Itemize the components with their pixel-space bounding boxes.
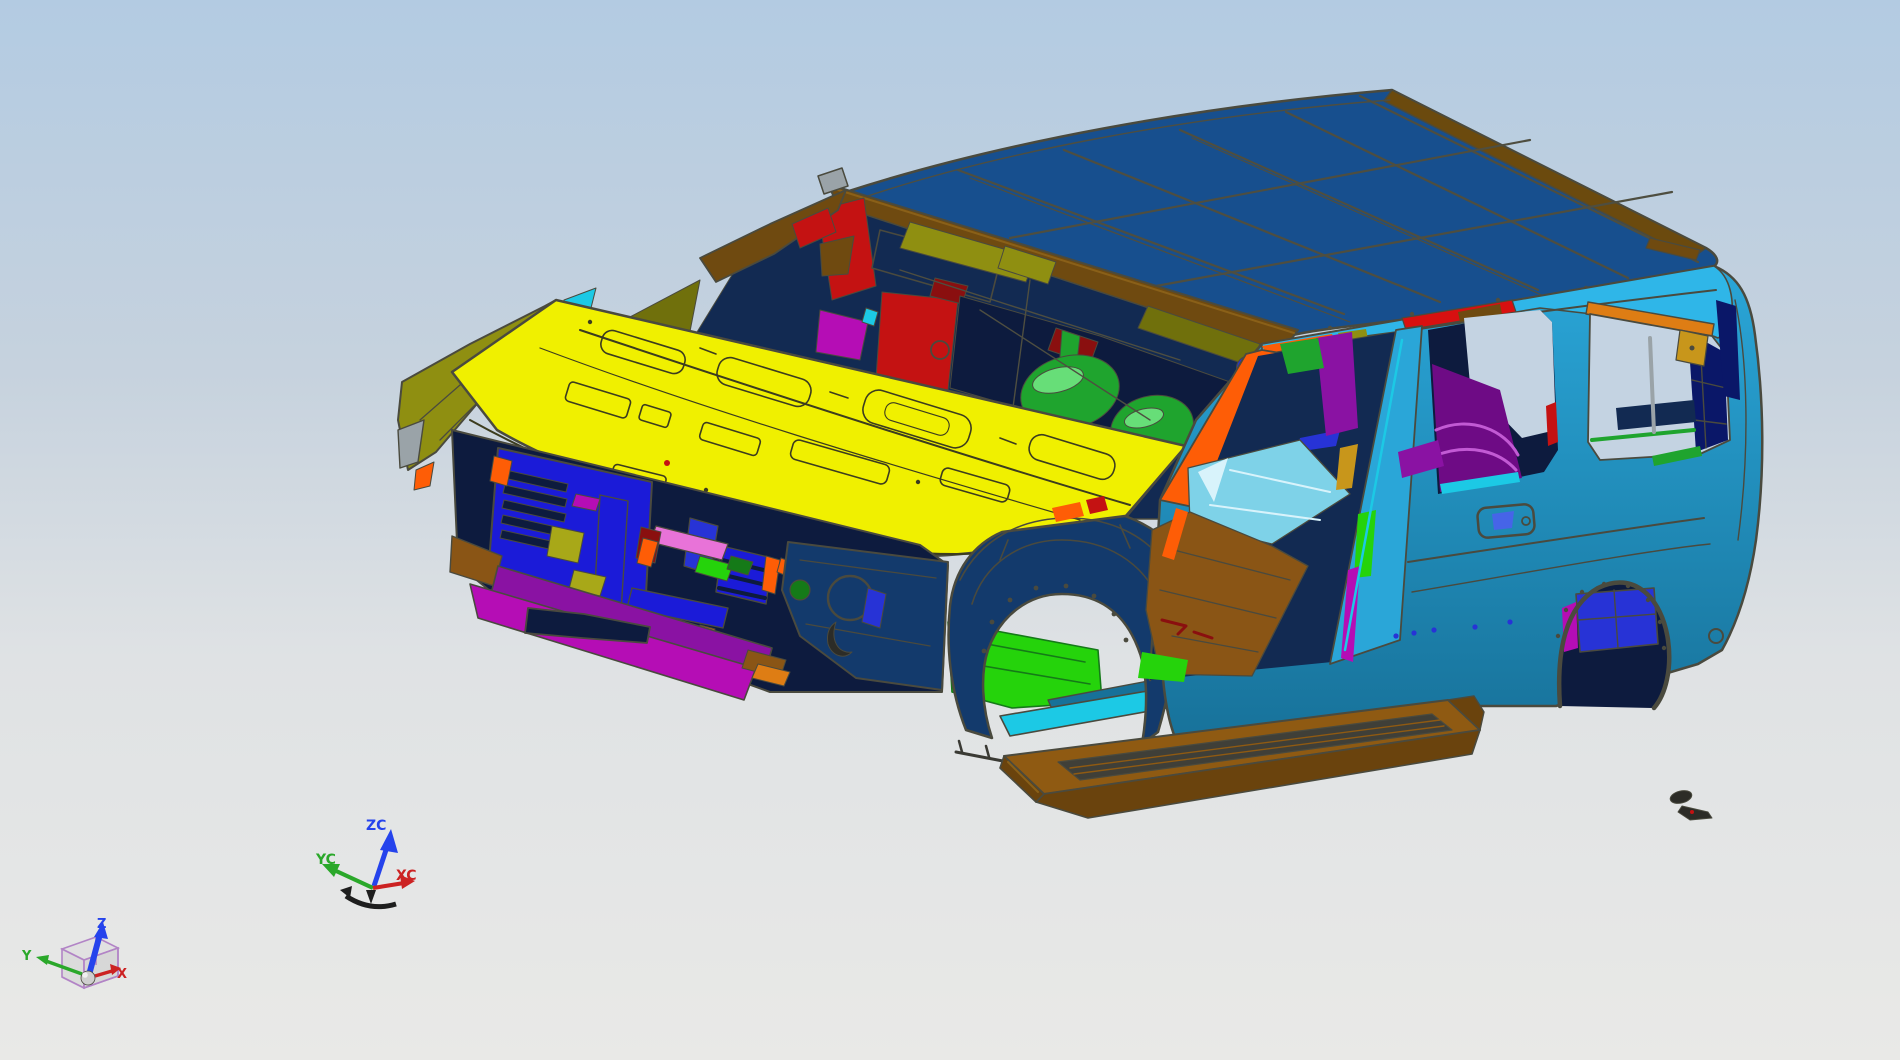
bracket-red-mark	[1690, 810, 1694, 814]
cad-graphics-window[interactable]: ZC YC XC Z Y X	[0, 0, 1900, 1060]
gold-plate-hole	[1689, 345, 1695, 351]
x-axis-label: X	[117, 967, 127, 982]
door-red-sliver[interactable]	[1546, 402, 1558, 446]
y-axis-label: Y	[21, 949, 32, 964]
a-pillar-trim-red[interactable]	[875, 291, 959, 391]
zc-axis-label: ZC	[366, 818, 386, 834]
handle-glint	[1492, 511, 1514, 530]
xc-axis-label: XC	[396, 868, 417, 884]
z-axis-label: Z	[97, 917, 106, 932]
yc-axis-label: YC	[315, 852, 336, 868]
apron-green-knob[interactable]	[789, 579, 811, 601]
origin-sphere-highlight	[82, 972, 88, 978]
hood-datum-marker	[664, 460, 670, 466]
quarter-window[interactable]	[1587, 313, 1731, 461]
door-green-blob[interactable]	[1280, 338, 1324, 374]
model-canvas[interactable]: ZC YC XC Z Y X	[0, 0, 1900, 1060]
